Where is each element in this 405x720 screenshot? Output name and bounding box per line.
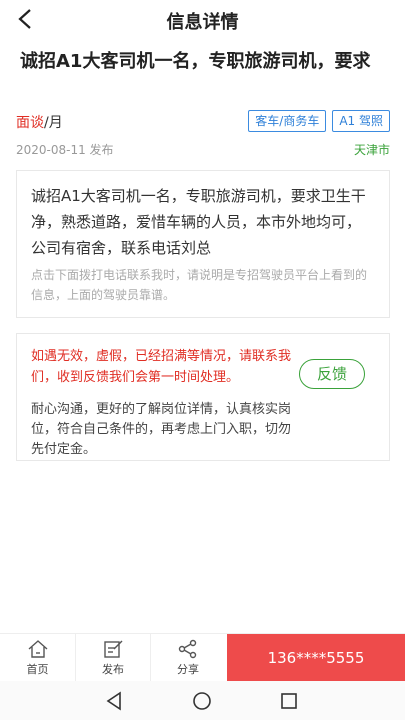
nav-post[interactable]: 发布 — [75, 634, 150, 682]
feedback-button[interactable]: 反馈 — [299, 359, 365, 389]
description-card: 诚招A1大客司机一名，专职旅游司机，要求卫生干净，熟悉道路，爱惜车辆的人员，本市… — [16, 170, 390, 318]
meta-row: 2020-08-11 发布 天津市 — [16, 141, 390, 159]
tag-list: 客车/商务车 A1 驾照 — [248, 110, 390, 132]
share-icon — [178, 639, 197, 659]
app-header: 信息详情 — [0, 0, 405, 42]
home-circle-icon[interactable] — [191, 690, 213, 712]
nav-post-label: 发布 — [102, 663, 124, 676]
nav-share[interactable]: 分享 — [150, 634, 225, 682]
salary: 面谈/月 — [16, 112, 63, 132]
recent-apps-icon[interactable] — [278, 690, 300, 712]
nav-home-label: 首页 — [26, 663, 49, 676]
publish-date: 2020-08-11 发布 — [16, 143, 114, 157]
page-title: 信息详情 — [166, 12, 239, 33]
warning-text: 如遇无效，虚假，已经招满等情况，请联系我们，收到反馈我们会第一时间处理。 — [31, 349, 292, 385]
description-note: 点击下面拨打电话联系我时，请说明是专招驾驶员平台上看到的信息，上面的驾驶员靠谱。 — [31, 268, 368, 302]
home-icon — [28, 640, 47, 658]
nav-home[interactable]: 首页 — [0, 634, 75, 682]
salary-unit: /月 — [44, 115, 63, 131]
tag-license: A1 驾照 — [332, 110, 390, 132]
salary-value: 面谈 — [16, 115, 44, 131]
post-title: 诚招A1大客司机一名，专职旅游司机，要求 — [20, 51, 371, 72]
description-text: 诚招A1大客司机一名，专职旅游司机，要求卫生干净，熟悉道路，爱惜车辆的人员，本市… — [31, 187, 366, 257]
tip-text: 耐心沟通，更好的了解岗位详情，认真核实岗位，符合自己条件的，再考虑上门入职，切勿… — [31, 402, 292, 457]
system-nav-bar — [0, 681, 405, 720]
city: 天津市 — [353, 143, 390, 157]
edit-icon — [104, 640, 123, 658]
call-button[interactable]: 136****5555 — [227, 634, 405, 682]
bottom-bar: 首页 发布 分享 136****5555 — [0, 633, 405, 682]
warning-card: 如遇无效，虚假，已经招满等情况，请联系我们，收到反馈我们会第一时间处理。 反馈 … — [16, 333, 390, 461]
back-triangle-icon[interactable] — [104, 690, 126, 712]
nav-share-label: 分享 — [177, 663, 199, 676]
tag-vehicle: 客车/商务车 — [248, 110, 327, 132]
salary-row: 面谈/月 客车/商务车 A1 驾照 — [16, 110, 390, 134]
